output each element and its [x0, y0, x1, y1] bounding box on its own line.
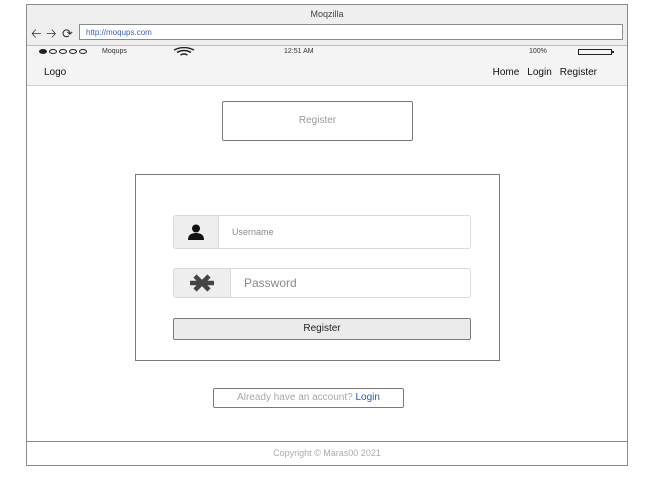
nav-links: Home Login Register	[493, 67, 597, 78]
footer-copyright: Copyright © Maras00 2021	[27, 441, 627, 465]
register-submit-button[interactable]: Register	[173, 318, 471, 340]
password-input[interactable]	[231, 269, 470, 297]
reload-icon[interactable]: ⟳	[62, 26, 73, 42]
register-heading-button[interactable]: Register	[222, 101, 413, 141]
asterisk-icon	[174, 269, 231, 297]
device-status-bar: Moqups 12:51 AM 100%	[27, 46, 627, 59]
arrow-right-icon[interactable]: 🡢	[46, 26, 57, 42]
nav-link-register[interactable]: Register	[560, 67, 597, 78]
login-link[interactable]: Login	[355, 392, 379, 403]
window-title: Moqzilla	[27, 5, 627, 24]
arrow-left-icon[interactable]: 🡠	[31, 26, 42, 42]
login-prompt: Already have an account? Login	[213, 388, 404, 408]
site-navbar: Logo Home Login Register	[27, 59, 627, 86]
register-form: Register	[135, 174, 500, 361]
login-prompt-text: Already have an account?	[237, 392, 353, 403]
user-icon	[174, 216, 219, 248]
address-bar: 🡠 🡢 ⟳ http://moqups.com	[27, 24, 627, 46]
site-logo[interactable]: Logo	[44, 67, 66, 78]
status-time: 12:51 AM	[284, 48, 314, 55]
nav-link-home[interactable]: Home	[493, 67, 520, 78]
browser-window: Moqzilla 🡠 🡢 ⟳ http://moqups.com Moqups …	[26, 4, 628, 466]
username-group	[173, 215, 471, 249]
url-input[interactable]: http://moqups.com	[79, 24, 623, 40]
password-group	[173, 268, 471, 298]
battery-icon	[578, 49, 614, 55]
nav-link-login[interactable]: Login	[527, 67, 551, 78]
wifi-icon	[173, 46, 195, 59]
carrier-name: Moqups	[102, 48, 127, 55]
username-input[interactable]	[219, 216, 470, 248]
battery-percent: 100%	[529, 48, 547, 55]
signal-dots-icon	[39, 49, 87, 54]
